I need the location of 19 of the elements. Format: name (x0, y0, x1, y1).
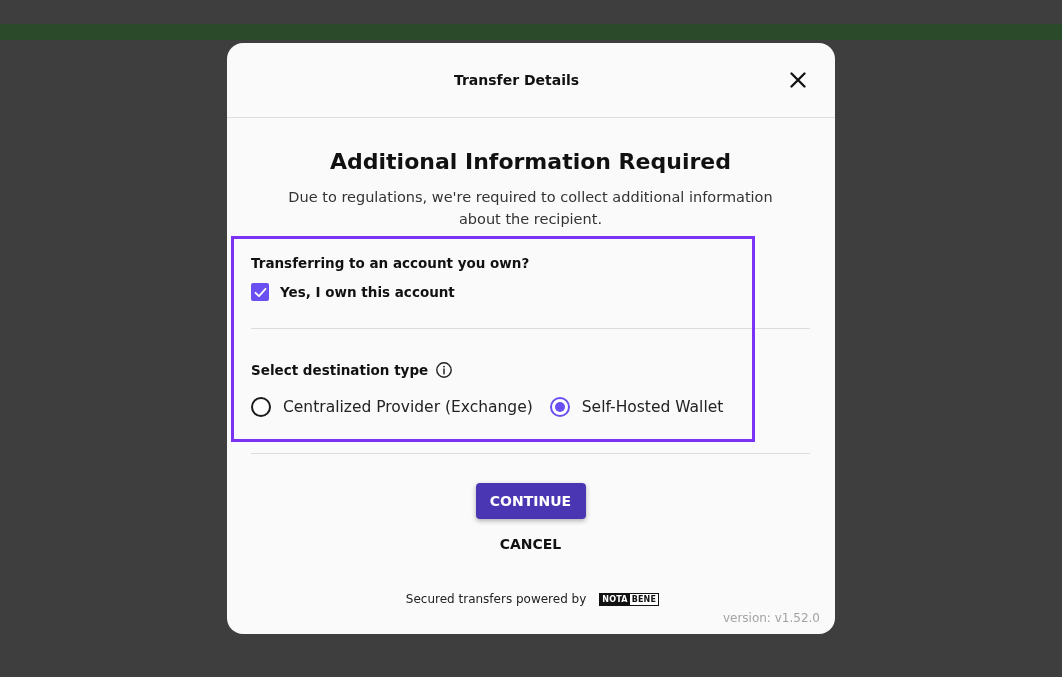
question-label: Transferring to an account you own? (251, 254, 530, 273)
close-icon[interactable] (790, 72, 806, 88)
radio-label[interactable]: Self-Hosted Wallet (581, 398, 724, 416)
info-icon[interactable] (436, 362, 453, 378)
cancel-button[interactable]: CANCEL (499, 535, 562, 553)
radio-button[interactable] (251, 397, 271, 417)
checkbox-label[interactable]: Yes, I own this account (280, 284, 455, 300)
logo-word: NOTA (600, 593, 630, 605)
radio-button[interactable] (549, 397, 570, 417)
question-label: Select destination type (251, 361, 429, 380)
dialog-heading: Additional Information Required (330, 148, 731, 176)
radio-label[interactable]: Centralized Provider (Exchange) (283, 398, 533, 416)
footer-text: Secured transfers powered by (405, 592, 587, 606)
version-text: version: v1.52.0 (722, 611, 820, 625)
dialog-title: Transfer Details (453, 71, 580, 90)
dialog-description: Due to regulations, we're required to collect additional information about the recipient. (287, 188, 774, 229)
logo-word: BENE (629, 593, 659, 605)
checkbox[interactable] (251, 283, 269, 301)
continue-button[interactable]: CONTINUE (475, 483, 586, 519)
